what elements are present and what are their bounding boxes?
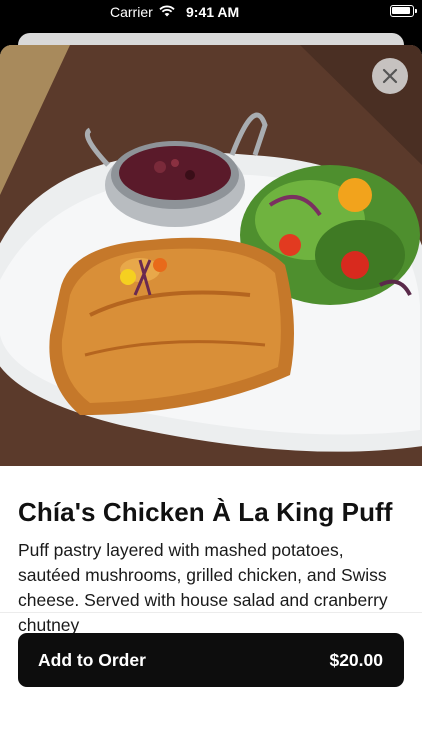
status-bar: Carrier 9:41 AM (0, 0, 422, 26)
carrier-label: Carrier (110, 4, 153, 20)
price-label: $20.00 (329, 649, 383, 670)
close-icon (382, 68, 398, 84)
item-title: Chía's Chicken À La King Puff (18, 497, 393, 527)
divider (0, 612, 422, 613)
add-to-order-button[interactable]: Add to Order $20.00 (18, 633, 404, 687)
add-to-order-label: Add to Order (38, 649, 146, 670)
item-description: Puff pastry layered with mashed potatoes… (18, 540, 388, 635)
item-photo (0, 45, 422, 466)
clock: 9:41 AM (186, 4, 240, 20)
wifi-icon (158, 4, 176, 21)
close-button[interactable] (372, 58, 408, 94)
battery-icon (390, 5, 417, 17)
